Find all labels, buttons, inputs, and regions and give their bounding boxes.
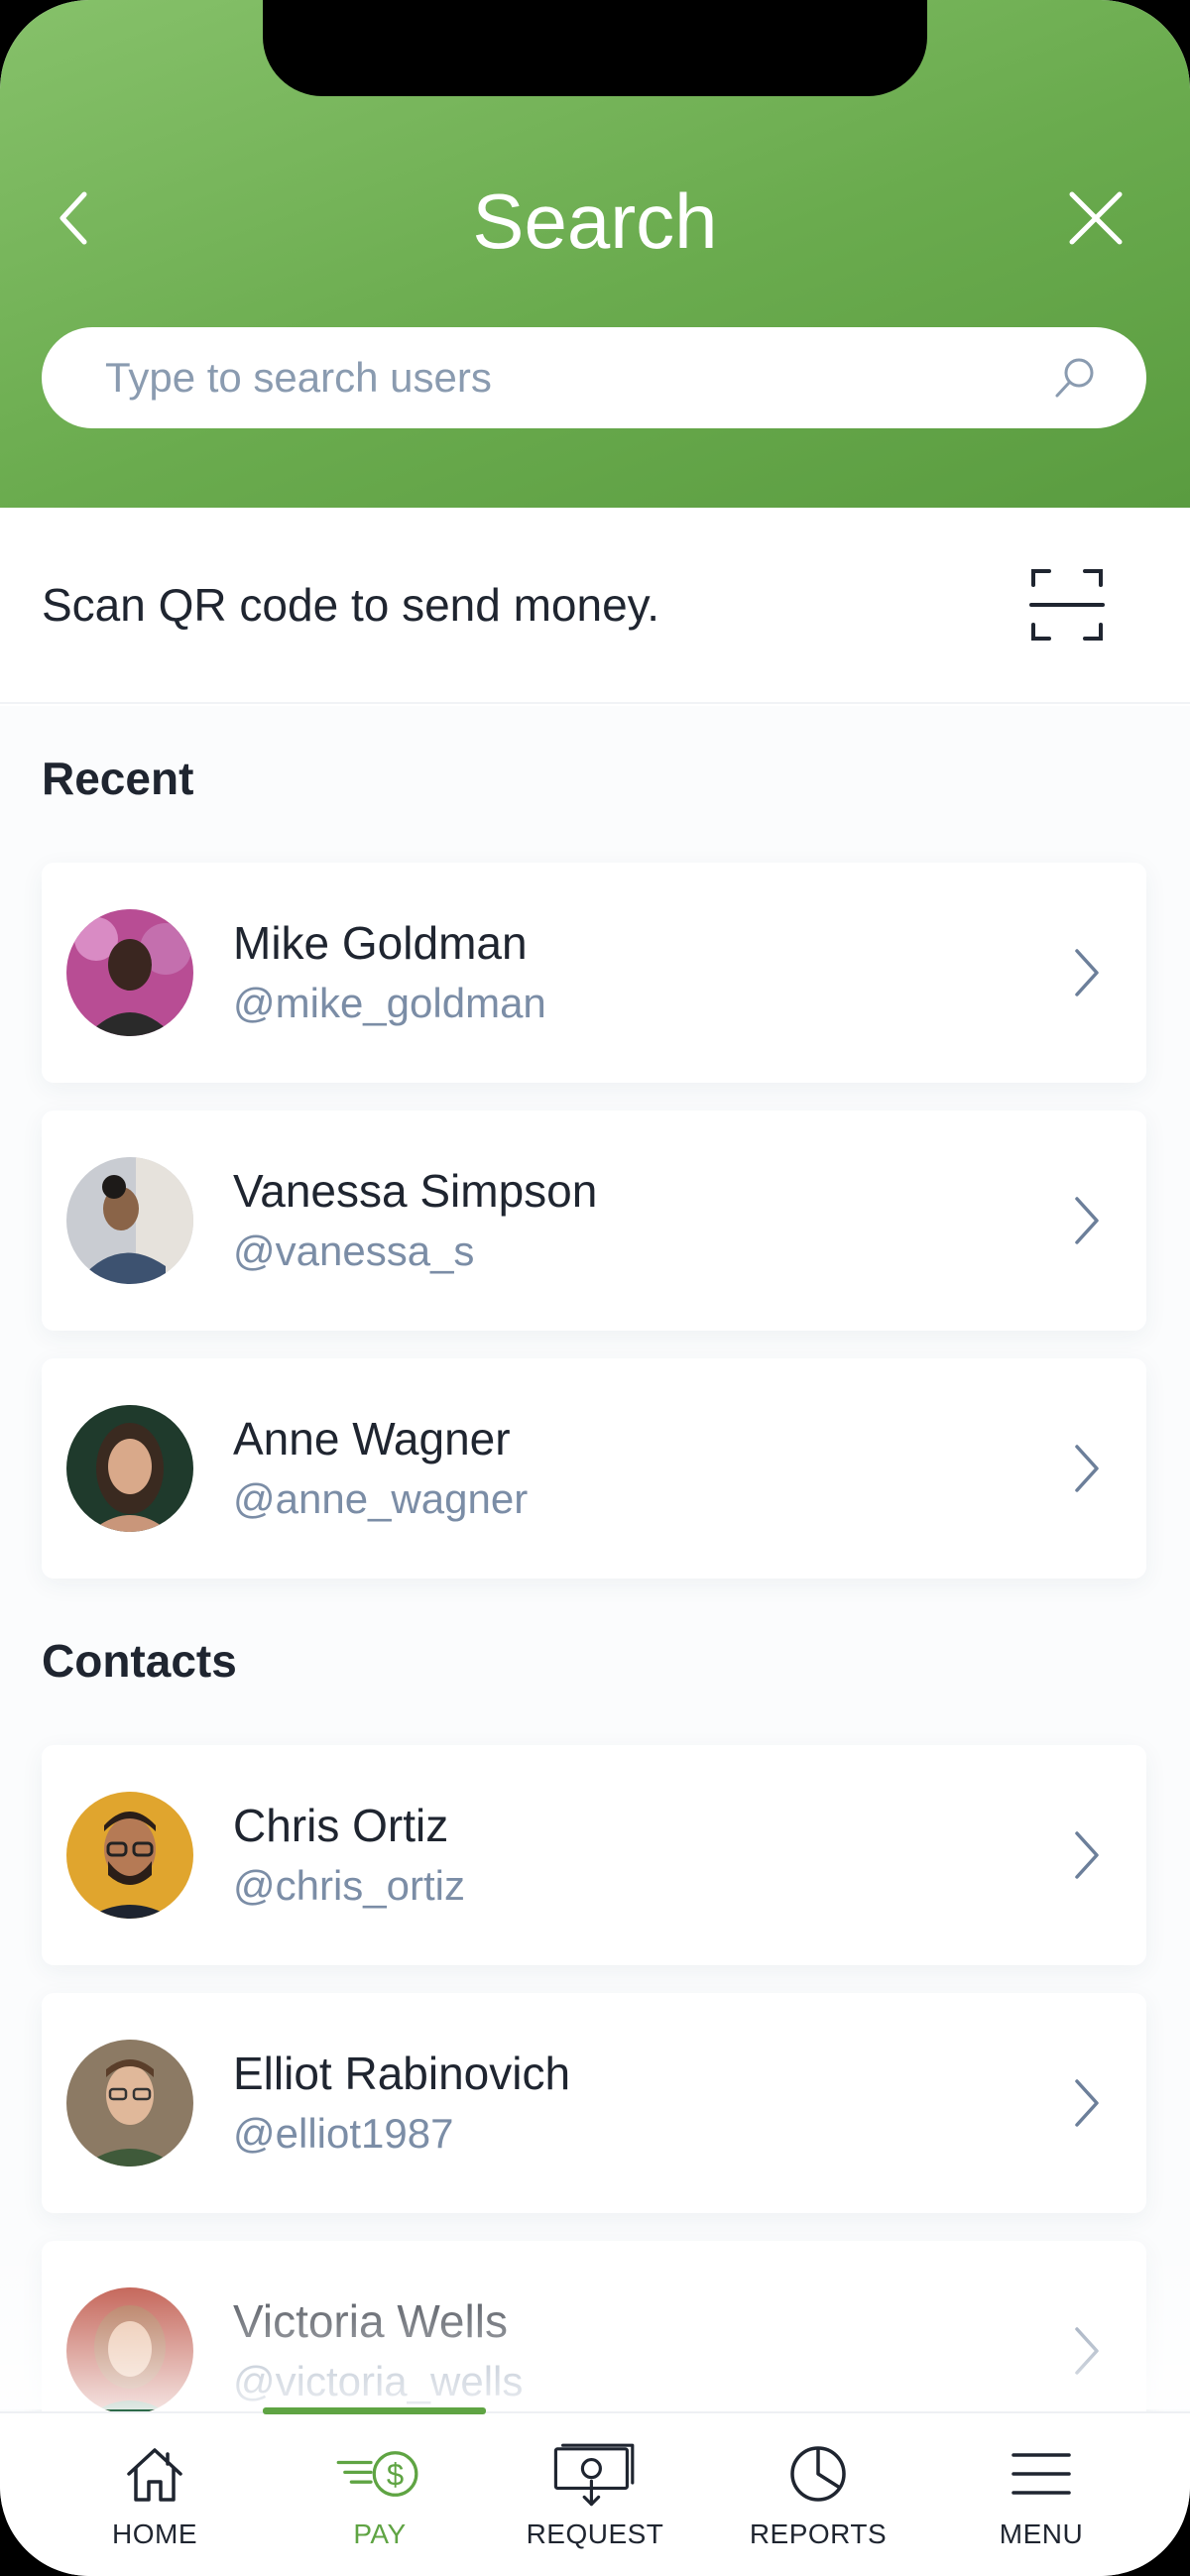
search-box: [42, 327, 1146, 428]
contact-name: Vanessa Simpson: [233, 1165, 598, 1217]
chevron-right-icon: [1057, 1434, 1117, 1503]
contact-handle: @victoria_wells: [233, 2358, 524, 2404]
app-screen: Search Scan QR code to send money.: [0, 0, 1190, 2576]
menu-icon: [997, 2439, 1086, 2509]
nav-pay[interactable]: $ PAY: [281, 2439, 479, 2558]
nav-label: HOME: [112, 2518, 197, 2549]
avatar: [66, 909, 193, 1036]
reports-icon: [774, 2439, 863, 2509]
nav-menu[interactable]: MENU: [942, 2439, 1140, 2558]
qr-scan-icon[interactable]: [1027, 565, 1107, 644]
avatar: [66, 2040, 193, 2166]
contact-handle: @chris_ortiz: [233, 1862, 466, 1909]
request-icon: [550, 2439, 640, 2509]
contact-name: Victoria Wells: [233, 2295, 508, 2347]
nav-label: MENU: [999, 2518, 1084, 2549]
avatar: [66, 1792, 193, 1919]
close-button[interactable]: [1056, 178, 1135, 258]
nav-home[interactable]: HOME: [56, 2439, 254, 2558]
chevron-right-icon: [1057, 2068, 1117, 2138]
list-item[interactable]: Elliot Rabinovich @elliot1987: [42, 1993, 1146, 2213]
section-title-contacts: Contacts: [42, 1635, 237, 1687]
page-title: Search: [472, 177, 718, 265]
device-notch: [263, 0, 927, 96]
search-icon[interactable]: [1045, 348, 1105, 408]
chevron-right-icon: [1057, 2316, 1117, 2386]
home-icon: [110, 2439, 199, 2509]
nav-label: REQUEST: [526, 2518, 664, 2549]
nav-reports[interactable]: REPORTS: [719, 2439, 917, 2558]
contact-name: Chris Ortiz: [233, 1800, 449, 1851]
contact-handle: @elliot1987: [233, 2110, 454, 2157]
list-item[interactable]: Mike Goldman @mike_goldman: [42, 863, 1146, 1083]
section-title-recent: Recent: [42, 753, 194, 804]
active-tab-indicator: [263, 2407, 486, 2414]
contact-handle: @mike_goldman: [233, 980, 546, 1026]
contact-name: Anne Wagner: [233, 1413, 511, 1464]
pay-icon: $: [335, 2439, 424, 2509]
avatar: [66, 1405, 193, 1532]
nav-request[interactable]: REQUEST: [496, 2439, 694, 2558]
contact-name: Elliot Rabinovich: [233, 2048, 571, 2099]
chevron-left-icon: [60, 191, 87, 245]
avatar: [66, 2287, 193, 2414]
list-item[interactable]: Anne Wagner @anne_wagner: [42, 1358, 1146, 1579]
search-input[interactable]: [42, 327, 1045, 428]
chevron-right-icon: [1057, 1186, 1117, 1255]
chevron-right-icon: [1057, 938, 1117, 1007]
list-item[interactable]: Chris Ortiz @chris_ortiz: [42, 1745, 1146, 1965]
nav-label: PAY: [353, 2518, 407, 2549]
close-icon: [1069, 191, 1123, 245]
contact-name: Mike Goldman: [233, 917, 528, 969]
nav-label: REPORTS: [749, 2518, 888, 2549]
contact-handle: @vanessa_s: [233, 1228, 475, 1274]
chevron-right-icon: [1057, 1820, 1117, 1890]
qr-scan-row[interactable]: Scan QR code to send money.: [0, 508, 1190, 704]
avatar: [66, 1157, 193, 1284]
list-item[interactable]: Vanessa Simpson @vanessa_s: [42, 1111, 1146, 1331]
header: Search: [0, 0, 1190, 508]
back-button[interactable]: [40, 178, 109, 258]
svg-text:$: $: [387, 2457, 404, 2492]
contact-handle: @anne_wagner: [233, 1475, 529, 1522]
qr-scan-label: Scan QR code to send money.: [42, 579, 660, 631]
